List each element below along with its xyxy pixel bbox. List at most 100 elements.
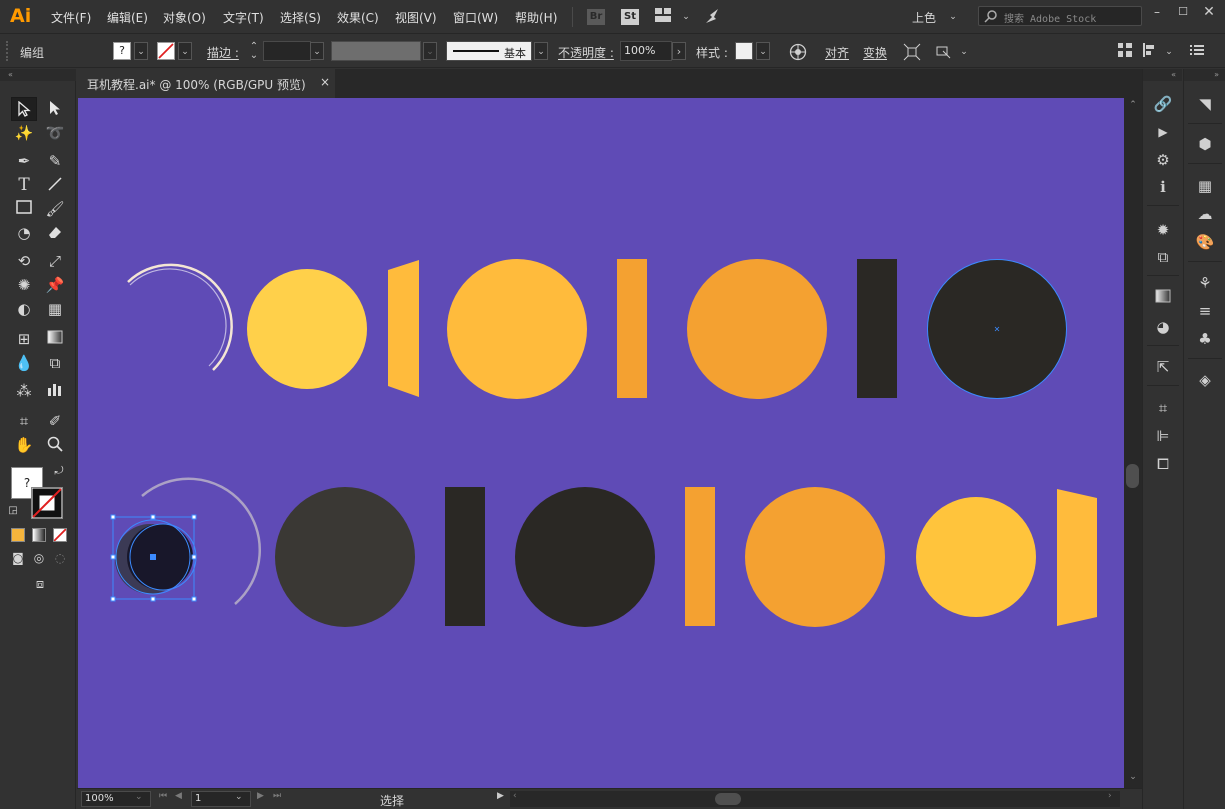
stock-button[interactable]: St xyxy=(621,9,639,25)
navigator-icon[interactable]: ⚙ xyxy=(1152,149,1174,171)
stroke-weight-dropdown[interactable]: ⌄ xyxy=(310,42,324,60)
dark-gray-circle[interactable] xyxy=(275,487,415,627)
horizontal-scroll-thumb[interactable] xyxy=(715,793,741,805)
stroke-panel-icon[interactable]: ≡ xyxy=(1194,300,1216,322)
stock-search-input[interactable]: 搜索 Adobe Stock xyxy=(978,6,1142,26)
amber-trapezoid[interactable] xyxy=(388,260,419,397)
eyedropper-tool-icon[interactable]: 💧 xyxy=(11,351,37,375)
artboard-canvas[interactable] xyxy=(78,98,1124,788)
creative-cloud-icon[interactable]: ☁ xyxy=(1194,203,1216,225)
graphic-style-dropdown[interactable]: ⌄ xyxy=(756,42,770,60)
graphic-style-swatch[interactable] xyxy=(735,42,753,60)
document-info-icon[interactable]: ℹ xyxy=(1152,176,1174,198)
stroke-dropdown[interactable]: ⌄ xyxy=(178,42,192,60)
previous-artboard-icon[interactable]: ◀ xyxy=(175,791,182,801)
status-menu-icon[interactable]: ▶ xyxy=(497,791,504,801)
workspace-switcher[interactable]: 上色 xyxy=(912,9,936,26)
collapse-panel-icon[interactable]: « xyxy=(0,69,76,81)
orange-circle-2[interactable] xyxy=(745,487,885,627)
next-artboard-icon[interactable]: ▶ xyxy=(257,791,264,801)
dark-circle-2[interactable] xyxy=(515,487,655,627)
align-panel-icon[interactable]: ⊫ xyxy=(1152,425,1174,447)
type-tool-icon[interactable]: T xyxy=(11,173,37,197)
menu-effect[interactable]: 效果(C) xyxy=(337,9,379,26)
dark-bar-2[interactable] xyxy=(445,487,485,626)
symbols-club-icon[interactable]: ♣ xyxy=(1194,328,1216,350)
chevron-down-icon[interactable]: ⌄ xyxy=(955,43,973,61)
variable-width-dropdown[interactable]: ⌄ xyxy=(423,42,437,60)
transform-panel-link[interactable]: 变换 xyxy=(863,44,887,61)
color-mode-icon[interactable] xyxy=(11,528,25,542)
pen-tool-icon[interactable]: ✒ xyxy=(11,149,37,173)
puppet-warp-tool-icon[interactable]: ✺ xyxy=(11,273,37,297)
artboard-tool-icon[interactable]: ⌗ xyxy=(11,409,37,433)
horizontal-scrollbar[interactable]: ‹ › xyxy=(510,791,1120,807)
brush-definition[interactable]: 基本 xyxy=(446,41,532,61)
none-mode-icon[interactable] xyxy=(53,528,67,542)
line-segment-tool-icon[interactable] xyxy=(42,173,68,197)
menu-view[interactable]: 视图(V) xyxy=(395,9,437,26)
zoom-dropdown-icon[interactable]: ⌄ xyxy=(135,792,143,802)
amber-circle[interactable] xyxy=(447,259,587,399)
scroll-right-icon[interactable]: › xyxy=(1108,791,1112,801)
vertical-scrollbar[interactable]: ⌃ ⌄ xyxy=(1124,98,1142,788)
vertical-scroll-thumb[interactable] xyxy=(1126,464,1139,488)
close-tab-icon[interactable]: × xyxy=(320,75,330,89)
arrange-panels-icon[interactable] xyxy=(1116,43,1134,61)
orange-bar-2[interactable] xyxy=(685,487,715,626)
swatches-icon[interactable]: ▦ xyxy=(1194,175,1216,197)
draw-inside-icon[interactable]: ◌ xyxy=(50,549,70,567)
brush-definition-dropdown[interactable]: ⌄ xyxy=(534,42,548,60)
magic-wand-tool-icon[interactable]: ✨ xyxy=(11,121,37,145)
yellow-circle-2[interactable] xyxy=(916,497,1036,617)
direct-selection-tool-icon[interactable] xyxy=(42,97,68,121)
menu-help[interactable]: 帮助(H) xyxy=(515,9,557,26)
maximize-icon[interactable]: ☐ xyxy=(1172,4,1194,20)
collapse-panels-icon[interactable]: » xyxy=(1184,69,1225,81)
layers-icon[interactable]: ◈ xyxy=(1194,369,1216,391)
brightness-icon[interactable]: ✹ xyxy=(1152,219,1174,241)
isolate-group-icon[interactable] xyxy=(903,43,921,61)
paintbrush-tool-icon[interactable]: 🖌 xyxy=(42,197,68,221)
blend-tool-icon[interactable]: ⧉ xyxy=(42,351,68,375)
brushes-icon[interactable]: ⚘ xyxy=(1194,272,1216,294)
transparency-icon[interactable]: ◕ xyxy=(1152,316,1174,338)
expand-panels-icon[interactable]: « xyxy=(1143,69,1182,81)
pathfinder-icon[interactable]: ⧠ xyxy=(1152,453,1174,475)
export-icon[interactable]: ⇱ xyxy=(1152,356,1174,378)
eclipse-front-circle[interactable] xyxy=(127,524,193,590)
menu-select[interactable]: 选择(S) xyxy=(280,9,321,26)
default-fill-stroke-icon[interactable]: ◲ xyxy=(5,503,21,519)
scroll-down-icon[interactable]: ⌄ xyxy=(1127,772,1139,782)
opacity-expand-button[interactable]: › xyxy=(672,42,686,60)
first-artboard-icon[interactable]: ⏮ xyxy=(159,791,167,801)
menu-edit[interactable]: 编辑(E) xyxy=(107,9,148,26)
variable-width-profile[interactable] xyxy=(331,41,421,61)
links-icon[interactable]: 🔗 xyxy=(1152,93,1174,115)
stroke-color-box[interactable] xyxy=(31,487,63,519)
minimize-icon[interactable]: – xyxy=(1146,4,1168,20)
close-window-icon[interactable]: ✕ xyxy=(1198,4,1220,20)
gradient-panel-icon[interactable] xyxy=(1152,287,1174,309)
rectangle-tool-icon[interactable] xyxy=(11,197,37,221)
hand-tool-icon[interactable]: ✋ xyxy=(11,433,37,457)
scroll-up-icon[interactable]: ⌃ xyxy=(1127,100,1139,110)
zoom-tool-icon[interactable] xyxy=(42,433,68,457)
document-tab[interactable]: 耳机教程.ai* @ 100% (RGB/GPU 预览) × xyxy=(77,69,335,98)
column-graph-tool-icon[interactable] xyxy=(42,379,68,403)
libraries-icon[interactable]: ⬢ xyxy=(1194,133,1216,155)
orange-bar[interactable] xyxy=(617,259,647,398)
yellow-circle[interactable] xyxy=(247,269,367,389)
actions-play-icon[interactable]: ▶ xyxy=(1152,121,1174,143)
color-palette-icon[interactable]: 🎨 xyxy=(1194,231,1216,253)
slice-tool-icon[interactable]: ✐ xyxy=(42,409,68,433)
color-guide-icon[interactable]: ◥ xyxy=(1194,93,1216,115)
panel-menu-icon[interactable] xyxy=(1188,43,1206,61)
transform-panel-icon[interactable]: ⌗ xyxy=(1152,397,1174,419)
scroll-left-icon[interactable]: ‹ xyxy=(513,791,517,801)
dark-bar[interactable] xyxy=(857,259,897,398)
shape-builder-tool-icon[interactable]: ◐ xyxy=(11,297,37,321)
symbols-icon[interactable]: ⧉ xyxy=(1152,246,1174,268)
menu-window[interactable]: 窗口(W) xyxy=(453,9,498,26)
stroke-label[interactable]: 描边 : xyxy=(207,44,239,61)
